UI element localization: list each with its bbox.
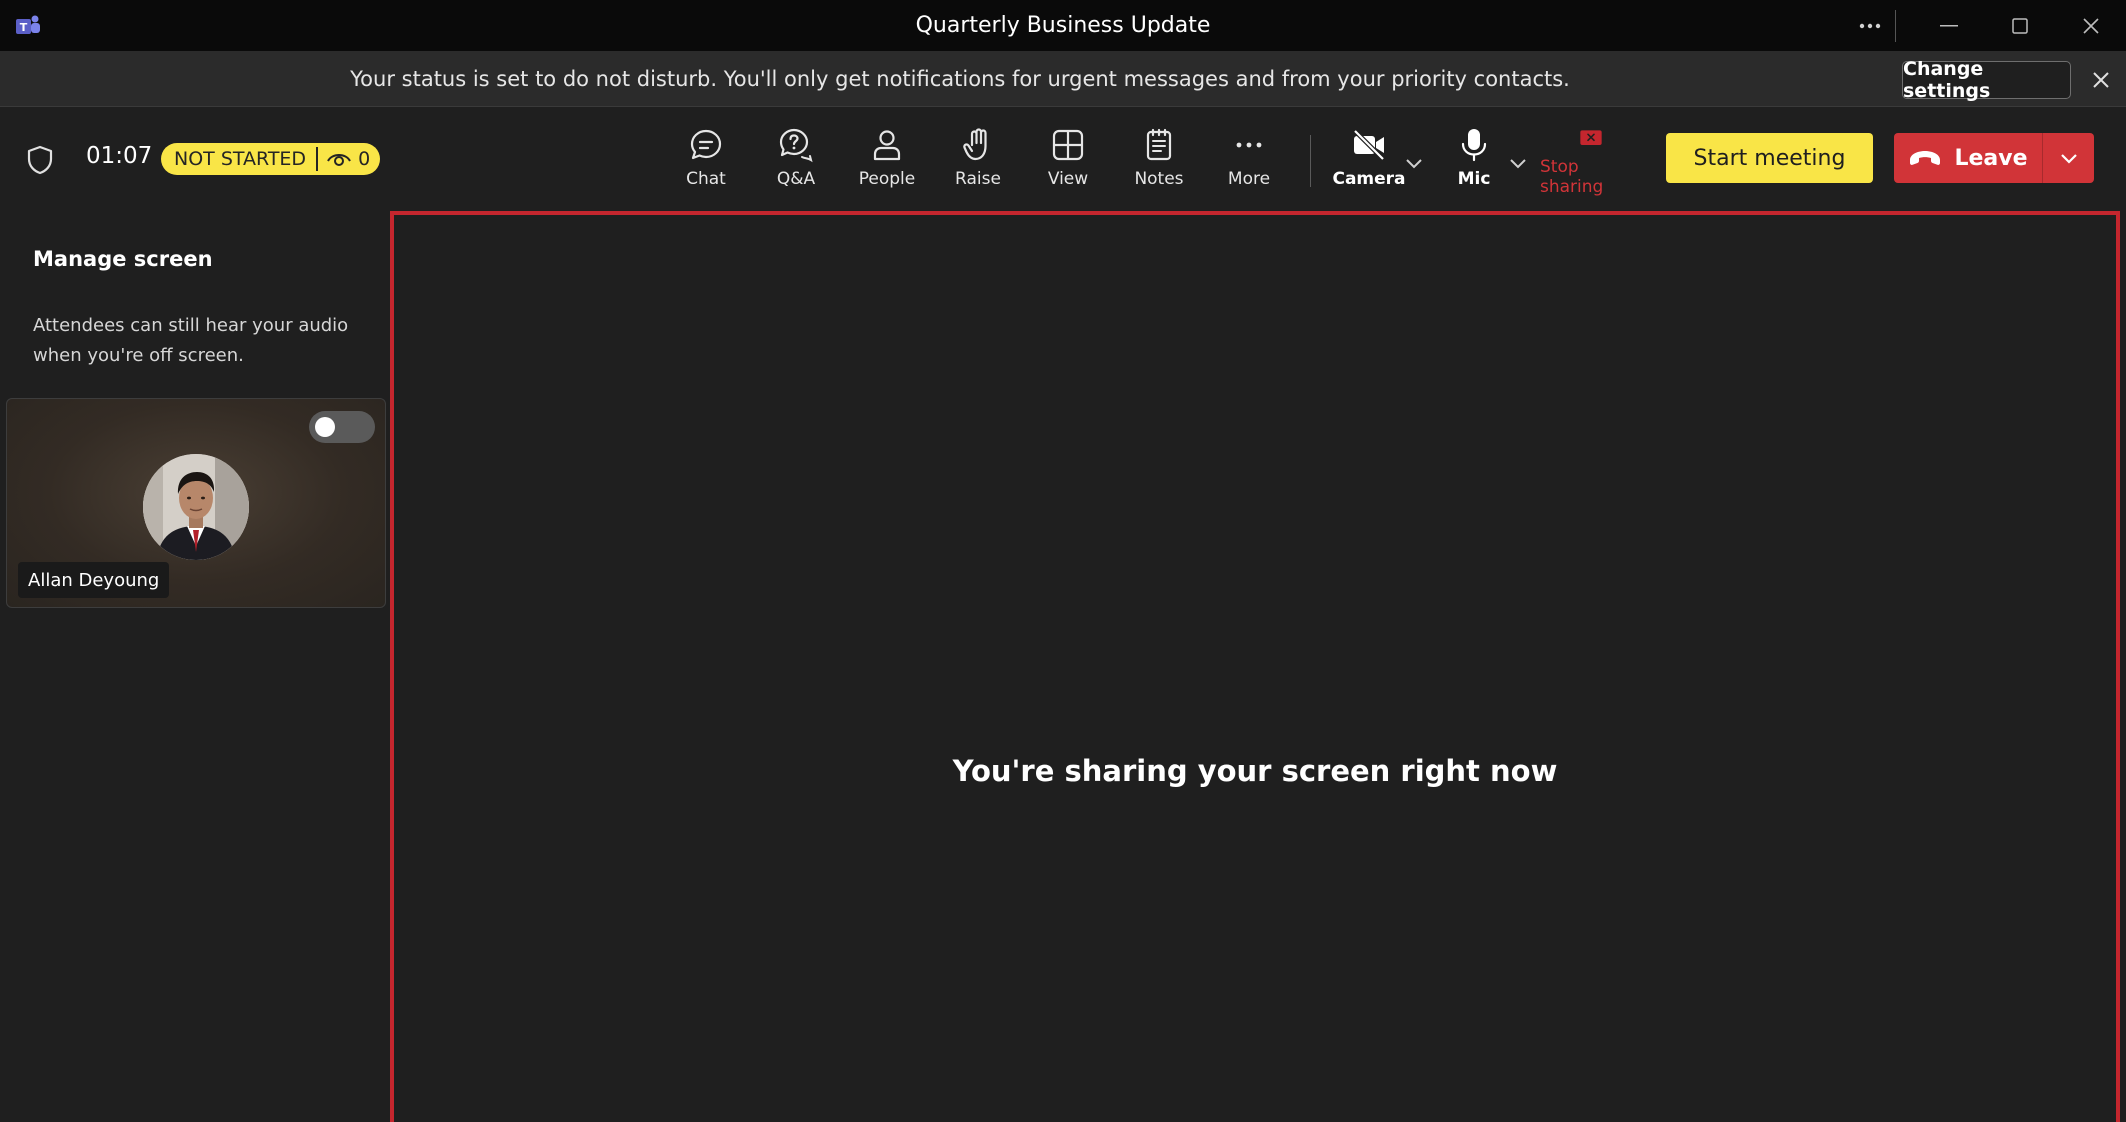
people-icon <box>873 130 901 161</box>
notes-button[interactable]: Notes <box>1119 127 1199 197</box>
stop-sharing-label: Stop sharing <box>1540 157 1604 197</box>
qa-icon <box>779 128 813 163</box>
status-divider <box>316 147 319 171</box>
participant-tile[interactable]: Allan Deyoung <box>6 398 386 608</box>
toolbar-divider <box>1310 135 1311 187</box>
close-window-button[interactable] <box>2061 0 2121 51</box>
manage-screen-panel: Manage screen Attendees can still hear y… <box>0 207 388 1122</box>
mic-options-chevron-icon[interactable] <box>1506 151 1530 175</box>
title-bar-divider <box>1895 10 1896 42</box>
status-badge: NOT STARTED 0 <box>161 143 380 175</box>
notes-label: Notes <box>1134 169 1184 189</box>
more-button[interactable]: More <box>1209 127 1289 197</box>
mic-label: Mic <box>1457 169 1491 189</box>
camera-button[interactable]: Camera <box>1329 127 1409 197</box>
status-label: NOT STARTED <box>174 148 307 170</box>
manage-screen-title: Manage screen <box>33 247 213 271</box>
title-bar: T Quarterly Business Update <box>0 0 2126 51</box>
stop-sharing-icon <box>1580 130 1602 145</box>
leave-button-group: Leave <box>1894 133 2094 183</box>
raise-label: Raise <box>955 169 1001 189</box>
qa-label: Q&A <box>776 169 816 189</box>
people-button[interactable]: People <box>847 127 927 197</box>
meeting-toolbar: 01:07 NOT STARTED 0 Chat Q&A People Rais… <box>0 107 2126 207</box>
view-label: View <box>1047 169 1089 189</box>
leave-options-button[interactable] <box>2043 133 2094 183</box>
view-grid-icon <box>1052 129 1084 161</box>
chat-label: Chat <box>686 169 726 189</box>
maximize-button[interactable] <box>1990 0 2050 51</box>
leave-button[interactable]: Leave <box>1894 133 2042 183</box>
notes-icon <box>1146 128 1172 161</box>
minimize-button[interactable] <box>1919 0 1979 51</box>
close-icon <box>2093 72 2109 88</box>
minimize-icon <box>1940 24 1958 26</box>
start-meeting-button[interactable]: Start meeting <box>1666 133 1873 183</box>
svg-text:T: T <box>20 21 28 34</box>
meeting-timer: 01:07 <box>86 143 153 169</box>
sharing-message: You're sharing your screen right now <box>952 754 1558 788</box>
view-button[interactable]: View <box>1028 127 1108 197</box>
participant-name: Allan Deyoung <box>18 562 170 598</box>
teams-logo-icon: T <box>16 15 40 34</box>
on-screen-toggle[interactable] <box>309 411 375 443</box>
dnd-banner: Your status is set to do not disturb. Yo… <box>0 51 2126 107</box>
viewer-count: 0 <box>358 148 371 170</box>
chat-icon <box>690 129 722 160</box>
manage-screen-description: Attendees can still hear your audio when… <box>33 315 349 366</box>
leave-label: Leave <box>1954 145 2028 171</box>
window-title: Quarterly Business Update <box>915 13 1211 38</box>
people-label: People <box>858 169 916 189</box>
hand-raise-icon <box>963 128 987 161</box>
stop-sharing-button[interactable]: Stop sharing <box>1540 127 1642 197</box>
raise-hand-button[interactable]: Raise <box>938 127 1018 197</box>
camera-off-icon <box>1353 129 1385 161</box>
more-icon <box>1236 142 1262 148</box>
change-settings-button[interactable]: Change settings <box>1902 58 2071 102</box>
avatar-image <box>143 454 249 560</box>
camera-options-chevron-icon[interactable] <box>1402 151 1426 175</box>
screen-share-stage: You're sharing your screen right now <box>390 211 2120 1122</box>
toggle-knob <box>315 417 335 437</box>
qa-button[interactable]: Q&A <box>756 127 836 197</box>
more-options-button[interactable] <box>1840 0 1900 51</box>
close-icon <box>2083 17 2099 34</box>
mic-button[interactable]: Mic <box>1434 127 1514 197</box>
maximize-icon <box>2012 17 2028 34</box>
more-label: More <box>1227 169 1271 189</box>
dnd-banner-message: Your status is set to do not disturb. Yo… <box>350 67 1570 91</box>
more-horizontal-icon <box>1859 23 1881 28</box>
phone-hangup-icon <box>1910 151 1941 165</box>
chevron-down-icon <box>2060 154 2077 164</box>
camera-label: Camera <box>1332 169 1406 189</box>
banner-close-button[interactable] <box>2086 65 2116 95</box>
eye-icon <box>327 154 351 166</box>
microphone-icon <box>1461 129 1487 162</box>
avatar <box>143 454 249 560</box>
shield-icon[interactable] <box>26 145 54 175</box>
chat-button[interactable]: Chat <box>666 127 746 197</box>
